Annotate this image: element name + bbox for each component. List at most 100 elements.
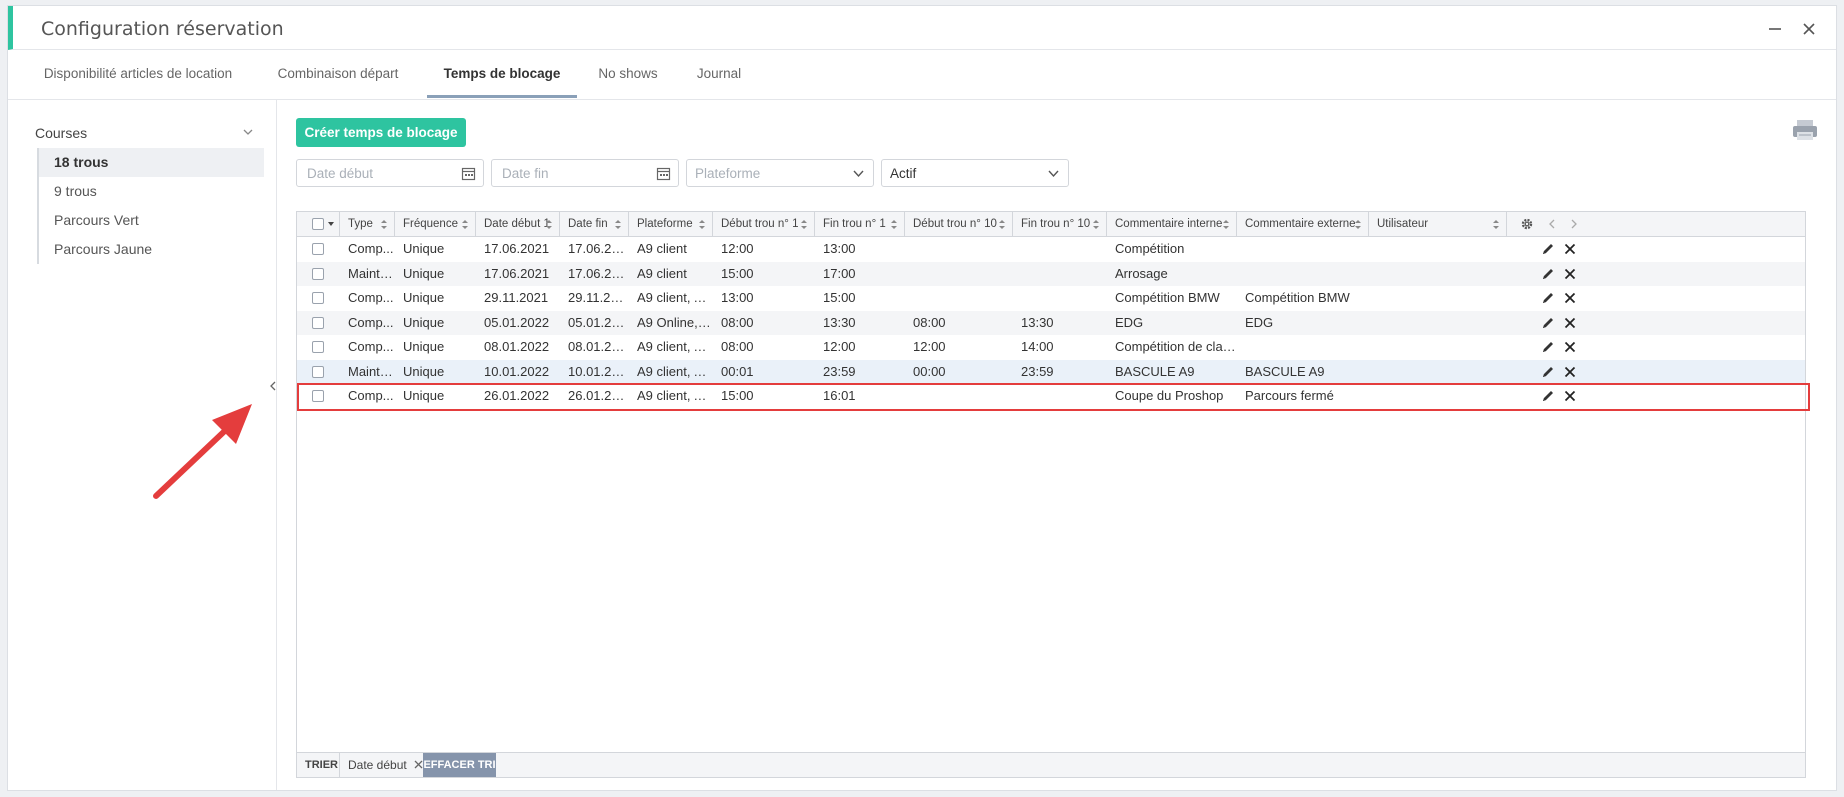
tab-no-shows[interactable]: No shows bbox=[588, 50, 668, 98]
column-header-debut-trou-1[interactable]: Début trou n° 1 bbox=[713, 212, 815, 236]
edit-icon[interactable] bbox=[1541, 291, 1555, 305]
cell-type: Comp... bbox=[348, 388, 394, 403]
table-row[interactable]: Comp... Unique 29.11.2021 29.11.2021 A9 clie… bbox=[297, 286, 1805, 311]
minimize-icon[interactable] bbox=[1764, 18, 1786, 40]
sidebar-item-18-trous[interactable]: 18 trous bbox=[39, 148, 264, 177]
delete-icon[interactable] bbox=[1563, 291, 1577, 305]
sort-icon[interactable] bbox=[698, 219, 706, 230]
row-checkbox[interactable] bbox=[312, 292, 324, 304]
sort-icon[interactable] bbox=[545, 219, 553, 230]
column-header-fin-trou-1[interactable]: Fin trou n° 1 bbox=[815, 212, 905, 236]
delete-icon[interactable] bbox=[1563, 340, 1577, 354]
column-header-date-debut[interactable]: Date début 1 bbox=[476, 212, 560, 236]
create-blocking-time-button[interactable]: Créer temps de blocage bbox=[296, 118, 466, 147]
close-icon[interactable] bbox=[1798, 18, 1820, 40]
row-checkbox[interactable] bbox=[312, 390, 324, 402]
delete-icon[interactable] bbox=[1563, 242, 1577, 256]
cell-utilisateur bbox=[1369, 360, 1507, 384]
sort-icon[interactable] bbox=[890, 219, 898, 230]
sort-icon[interactable] bbox=[1222, 219, 1230, 230]
cell-fin-trou-10 bbox=[1013, 286, 1107, 310]
cell-commentaire-interne: Compétition de classe... bbox=[1115, 339, 1237, 354]
column-header-utilisateur[interactable]: Utilisateur bbox=[1369, 212, 1507, 236]
chevron-down-icon[interactable] bbox=[241, 125, 255, 139]
table-row[interactable]: Comp... Unique 05.01.2022 05.01.2022 A9 Onli… bbox=[297, 310, 1805, 335]
sidebar-item-parcours-jaune[interactable]: Parcours Jaune bbox=[39, 235, 264, 264]
cell-commentaire-externe: EDG bbox=[1245, 314, 1274, 330]
grid-header: Type Fréquence Date début 1 Date fin Pla… bbox=[297, 212, 1805, 237]
edit-icon[interactable] bbox=[1541, 340, 1555, 354]
cell-debut-trou-10 bbox=[905, 384, 1013, 408]
table-row[interactable]: Comp... Unique 26.01.2022 26.01.2022 A9 clie… bbox=[297, 384, 1805, 409]
chevron-right-icon[interactable] bbox=[1569, 218, 1579, 230]
column-header-commentaire-interne[interactable]: Commentaire interne bbox=[1107, 212, 1237, 236]
edit-icon[interactable] bbox=[1541, 365, 1555, 379]
row-checkbox[interactable] bbox=[312, 243, 324, 255]
column-header-commentaire-externe[interactable]: Commentaire externe bbox=[1237, 212, 1369, 236]
column-header-debut-trou-10[interactable]: Début trou n° 10 bbox=[905, 212, 1013, 236]
tab-blocking-time[interactable]: Temps de blocage bbox=[427, 50, 577, 98]
cell-utilisateur bbox=[1369, 262, 1507, 286]
tab-journal[interactable]: Journal bbox=[684, 50, 754, 98]
edit-icon[interactable] bbox=[1541, 242, 1555, 256]
row-checkbox[interactable] bbox=[312, 341, 324, 353]
delete-icon[interactable] bbox=[1563, 365, 1577, 379]
gear-icon[interactable] bbox=[1520, 217, 1534, 231]
row-checkbox[interactable] bbox=[312, 267, 324, 280]
cell-fin-trou-1: 17:00 bbox=[823, 265, 856, 281]
cell-fin-trou-10: 14:00 bbox=[1021, 339, 1054, 354]
sort-icon[interactable] bbox=[614, 219, 622, 230]
select-all-header[interactable] bbox=[297, 212, 340, 236]
status-select[interactable]: Actif bbox=[881, 159, 1069, 187]
edit-icon[interactable] bbox=[1541, 316, 1555, 330]
cell-debut-trou-10: 08:00 bbox=[913, 314, 946, 330]
row-checkbox[interactable] bbox=[312, 365, 324, 378]
platform-select[interactable]: Plateforme bbox=[686, 159, 874, 187]
edit-icon[interactable] bbox=[1541, 389, 1555, 403]
column-header-frequence[interactable]: Fréquence bbox=[395, 212, 476, 236]
delete-icon[interactable] bbox=[1563, 389, 1577, 403]
table-row[interactable]: Mainte... Unique 17.06.2021 17.06.2021 A9 cl… bbox=[297, 261, 1805, 286]
date-end-field[interactable] bbox=[491, 159, 679, 187]
delete-icon[interactable] bbox=[1563, 316, 1577, 330]
date-start-field[interactable] bbox=[296, 159, 484, 187]
table-row[interactable]: Mainte... Unique 10.01.2022 10.01.2022 A9 cl… bbox=[297, 359, 1805, 384]
sidebar-header-courses[interactable]: Courses bbox=[35, 125, 87, 141]
column-header-fin-trou-10[interactable]: Fin trou n° 10 bbox=[1013, 212, 1107, 236]
collapse-sidebar-icon[interactable] bbox=[270, 381, 276, 391]
column-header-date-fin[interactable]: Date fin bbox=[560, 212, 629, 236]
caret-down-icon[interactable] bbox=[328, 222, 334, 226]
sort-icon[interactable] bbox=[800, 219, 808, 230]
sort-icon[interactable] bbox=[1092, 219, 1100, 230]
column-header-type[interactable]: Type bbox=[340, 212, 395, 236]
sidebar-item-parcours-vert[interactable]: Parcours Vert bbox=[39, 206, 264, 235]
cell-type: Comp... bbox=[348, 314, 394, 330]
table-row[interactable]: Comp... Unique 17.06.2021 17.06.2021 A9 clie… bbox=[297, 237, 1805, 262]
table-row[interactable]: Comp... Unique 08.01.2022 08.01.2022 A9 clie… bbox=[297, 335, 1805, 360]
chevron-left-icon[interactable] bbox=[1547, 218, 1557, 230]
cell-debut-trou-10: 12:00 bbox=[913, 339, 946, 354]
tab-rental-availability[interactable]: Disponibilité articles de location bbox=[28, 50, 248, 98]
sort-icon[interactable] bbox=[461, 219, 469, 230]
tab-departure-combination[interactable]: Combinaison départ bbox=[258, 50, 418, 98]
sort-icon[interactable] bbox=[1354, 219, 1362, 230]
sidebar-item-9-trous[interactable]: 9 trous bbox=[39, 177, 264, 206]
sort-icon[interactable] bbox=[1492, 219, 1500, 230]
cell-commentaire-interne: Compétition BMW bbox=[1115, 290, 1220, 305]
delete-icon[interactable] bbox=[1563, 267, 1577, 281]
date-end-input[interactable] bbox=[500, 165, 654, 182]
title-bar: Configuration réservation bbox=[8, 6, 1836, 50]
chevron-down-icon bbox=[1048, 170, 1059, 178]
cell-frequence: Unique bbox=[403, 314, 445, 330]
calendar-icon[interactable] bbox=[656, 166, 671, 181]
clear-sort-button[interactable]: EFFACER TRI bbox=[423, 753, 496, 777]
printer-icon[interactable] bbox=[1792, 119, 1818, 141]
row-checkbox[interactable] bbox=[312, 316, 324, 329]
sort-icon[interactable] bbox=[380, 219, 388, 230]
select-all-checkbox[interactable] bbox=[312, 218, 324, 230]
sort-icon[interactable] bbox=[998, 219, 1006, 230]
calendar-icon[interactable] bbox=[461, 166, 476, 181]
date-start-input[interactable] bbox=[305, 165, 459, 182]
edit-icon[interactable] bbox=[1541, 267, 1555, 281]
column-header-plateforme[interactable]: Plateforme bbox=[629, 212, 713, 236]
